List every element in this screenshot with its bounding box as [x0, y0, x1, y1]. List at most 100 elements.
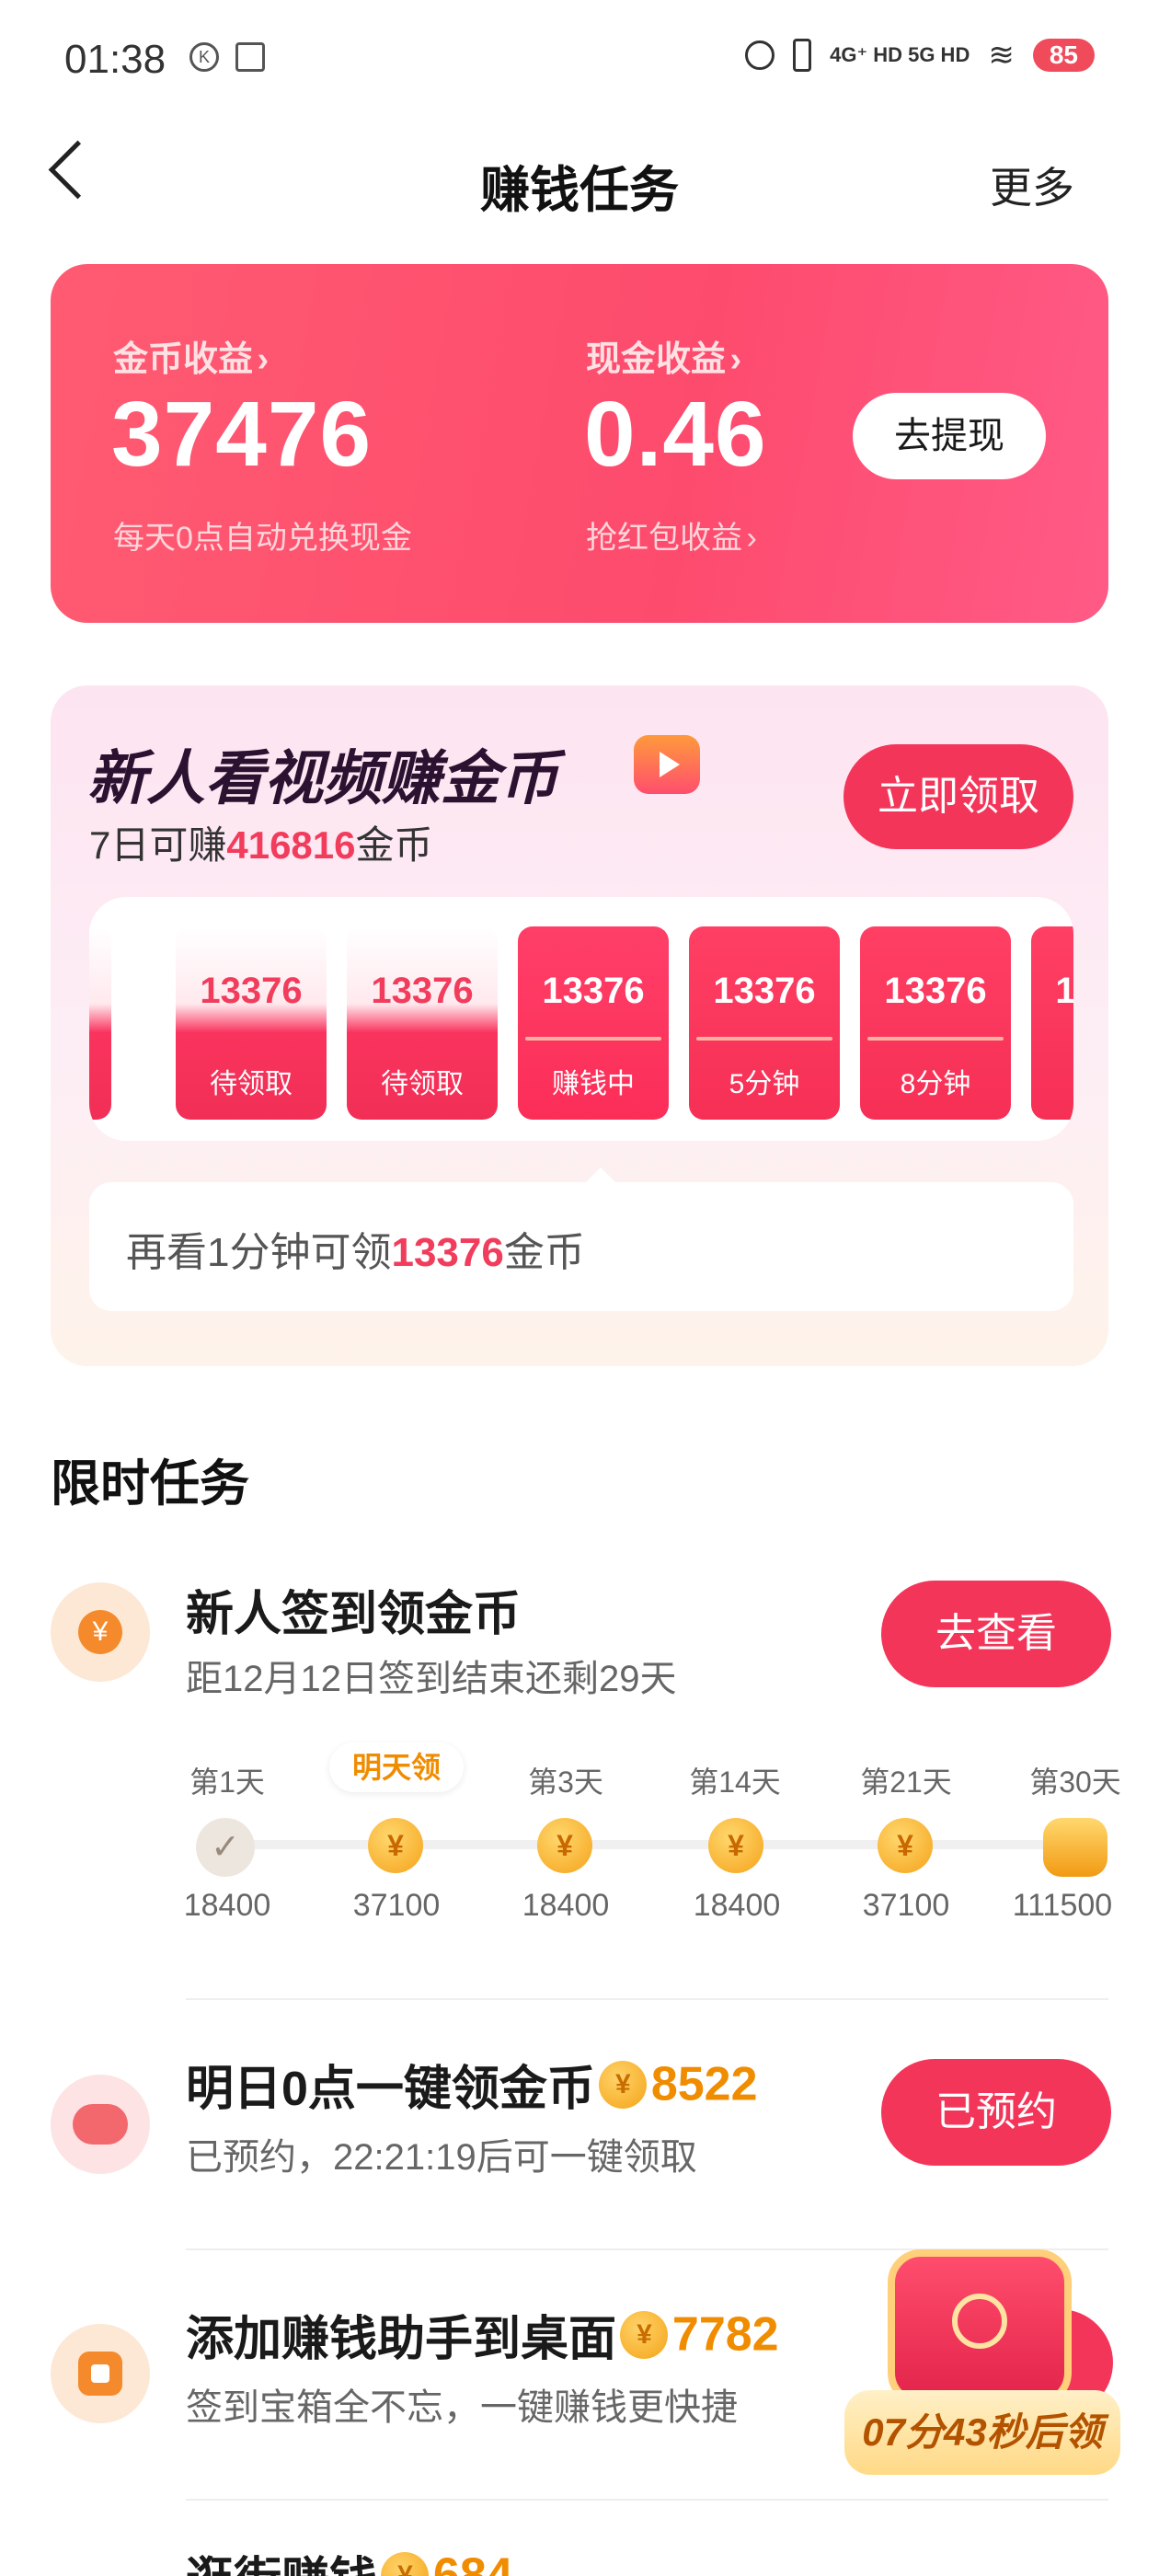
red-packet-earnings-link[interactable]: 抢红包收益 › — [586, 512, 757, 558]
hint-suffix: 金币 — [503, 1230, 585, 1275]
midnight-task-coins: 8522 — [650, 2057, 758, 2111]
tile-label: 待领取 — [381, 1069, 464, 1099]
desktop-task-icon — [51, 2324, 150, 2423]
network-label: 4G⁺ HD 5G HD — [830, 43, 970, 66]
coin-icon: ¥ — [381, 2551, 430, 2576]
midnight-task-icon — [51, 2075, 150, 2174]
chest-countdown[interactable]: 07分43秒后领 — [844, 2390, 1120, 2475]
divider — [186, 1998, 1108, 2000]
limited-tasks-title: 限时任务 — [51, 1456, 249, 1512]
coin-icon: ¥ — [368, 1818, 423, 1873]
coin-icon: ¥ — [599, 2060, 648, 2109]
coin-earnings-note: 每天0点自动兑换现金 — [113, 521, 412, 556]
coin-icon: ¥ — [620, 2310, 669, 2359]
tile-label: 赚钱中 — [552, 1069, 635, 1099]
reward-tile[interactable]: 13376 8分钟 — [860, 926, 1011, 1120]
video-hint-text: 再看1分钟可领13376金币 — [126, 1219, 585, 1278]
hint-prefix: 再看1分钟可领 — [126, 1230, 392, 1275]
reward-tile[interactable]: 13376 — [1031, 926, 1073, 1120]
midnight-task-title-row: 明日0点一键领金币 ¥ 8522 — [186, 2050, 758, 2119]
battery-badge: 85 — [1032, 39, 1095, 72]
cash-earnings-link[interactable]: 现金收益 › — [586, 330, 741, 381]
tile-label: 8分钟 — [900, 1069, 971, 1099]
shopping-task-title: 逛街赚钱 — [186, 2554, 377, 2576]
coin-icon: ¥ — [708, 1818, 763, 1873]
chevron-right-icon: › — [729, 340, 742, 379]
shopping-task-title-row: 逛街赚钱 ¥ 684 — [186, 2541, 513, 2576]
day-reward: 18400 — [183, 1888, 271, 1923]
day-reward: 18400 — [522, 1888, 610, 1923]
tile-progress-line — [525, 1037, 661, 1041]
desktop-task-title-row: 添加赚钱助手到桌面 ¥ 7782 — [186, 2300, 779, 2369]
cash-earnings-value: 0.46 — [584, 383, 767, 486]
tile-divider — [696, 1037, 832, 1041]
page-title: 赚钱任务 — [480, 163, 679, 218]
hint-amount: 13376 — [391, 1230, 504, 1275]
tomorrow-bubble: 明天领 — [329, 1742, 464, 1792]
app-square-inner — [91, 2364, 109, 2383]
tile-value: 13376 — [542, 971, 645, 1011]
day-reward: 37100 — [352, 1888, 441, 1923]
alarm-icon — [745, 40, 775, 70]
status-right: 4G⁺ HD 5G HD ≋ 85 — [745, 37, 1095, 74]
coin-earnings-value: 37476 — [111, 383, 373, 486]
view-signin-button[interactable]: 去查看 — [881, 1581, 1111, 1687]
day-label: 第3天 — [528, 1765, 603, 1799]
coin-earnings-label: 金币收益 — [113, 340, 254, 379]
day-label: 第14天 — [689, 1765, 781, 1799]
claim-now-button[interactable]: 立即领取 — [843, 744, 1073, 849]
tile-divider — [867, 1037, 1004, 1041]
tile-value: 13376 — [89, 971, 111, 1012]
chevron-right-icon: › — [746, 521, 757, 556]
signin-task-title: 新人签到领金币 — [186, 1588, 522, 1641]
reward-tile[interactable]: 13376 待领取 — [89, 926, 111, 1120]
wifi-icon: ≋ — [988, 38, 1015, 73]
day-label: 第30天 — [1029, 1765, 1121, 1799]
tile-label: 待领取 — [210, 1069, 293, 1099]
chest-lock-icon — [952, 2294, 1007, 2349]
video-card-subtitle: 7日可赚416816金币 — [89, 814, 433, 870]
new-user-video-card: 新人看视频赚金币 7日可赚416816金币 立即领取 13376 待领取 133… — [51, 685, 1108, 1366]
tile-value: 13376 — [200, 971, 303, 1011]
reward-tile[interactable]: 13376 待领取 — [176, 926, 327, 1120]
day-label: 第1天 — [189, 1765, 265, 1799]
tile-label: 5分钟 — [729, 1069, 800, 1099]
cash-earnings-label: 现金收益 — [586, 340, 727, 379]
day-reward: 18400 — [693, 1888, 781, 1923]
coin-icon: ¥ — [537, 1818, 592, 1873]
more-button[interactable]: 更多 — [990, 155, 1074, 215]
divider — [186, 2499, 1108, 2501]
desktop-task-title: 添加赚钱助手到桌面 — [186, 2313, 617, 2366]
subtitle-suffix: 金币 — [355, 823, 433, 867]
withdraw-button[interactable]: 去提现 — [853, 393, 1046, 479]
signin-progress-track — [225, 1840, 1067, 1849]
reward-tiles-strip[interactable]: 13376 待领取 13376 待领取 13376 待领取 13376 赚钱中 … — [89, 897, 1073, 1141]
coin-icon: ¥ — [878, 1818, 933, 1873]
tile-label: 待领取 — [89, 1061, 111, 1101]
tile-value: 13376 — [1055, 971, 1073, 1011]
shopping-task-coins: 684 — [432, 2548, 513, 2576]
vibrate-icon — [793, 39, 812, 72]
day-label: 第21天 — [860, 1765, 952, 1799]
reward-tile[interactable]: 13376 待领取 — [347, 926, 498, 1120]
desktop-task-subtitle: 签到宝箱全不忘，一键赚钱更快捷 — [186, 2387, 738, 2428]
day-reward: 37100 — [862, 1888, 950, 1923]
coin-stack-icon — [1043, 1818, 1107, 1877]
reward-tile-active[interactable]: 13376 赚钱中 — [518, 926, 669, 1120]
checked-day-icon: ✓ — [196, 1818, 255, 1877]
red-packet-earnings-label: 抢红包收益 — [586, 521, 742, 556]
yuan-coin-icon: ¥ — [78, 1610, 122, 1654]
coin-earnings-link[interactable]: 金币收益 › — [113, 330, 269, 381]
status-time: 01:38 — [64, 37, 166, 82]
k-app-icon: K — [189, 42, 219, 72]
piggy-bank-icon — [73, 2104, 128, 2145]
desktop-task-coins: 7782 — [671, 2307, 779, 2362]
tile-value: 13376 — [884, 971, 987, 1011]
video-tv-icon — [634, 735, 700, 794]
midnight-task-title: 明日0点一键领金币 — [186, 2063, 595, 2116]
reward-tile[interactable]: 13376 5分钟 — [689, 926, 840, 1120]
signin-task-subtitle: 距12月12日签到结束还剩29天 — [186, 1659, 677, 1699]
reserved-button[interactable]: 已预约 — [881, 2059, 1111, 2166]
gallery-icon — [235, 42, 265, 72]
treasure-chest-icon[interactable] — [888, 2249, 1072, 2406]
